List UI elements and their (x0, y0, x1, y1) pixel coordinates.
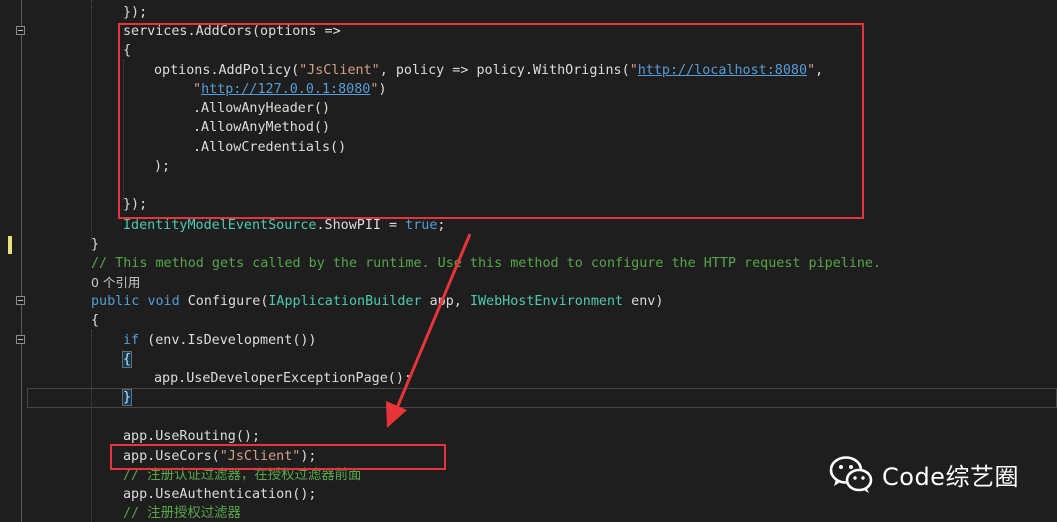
annotation-arrow (386, 233, 472, 428)
wechat-icon (829, 456, 873, 493)
watermark: Code综艺圈 (828, 452, 1019, 496)
watermark-text: Code综艺圈 (882, 462, 1019, 491)
code-editor[interactable]: }); services.AddCors(options => { option… (0, 0, 1057, 522)
